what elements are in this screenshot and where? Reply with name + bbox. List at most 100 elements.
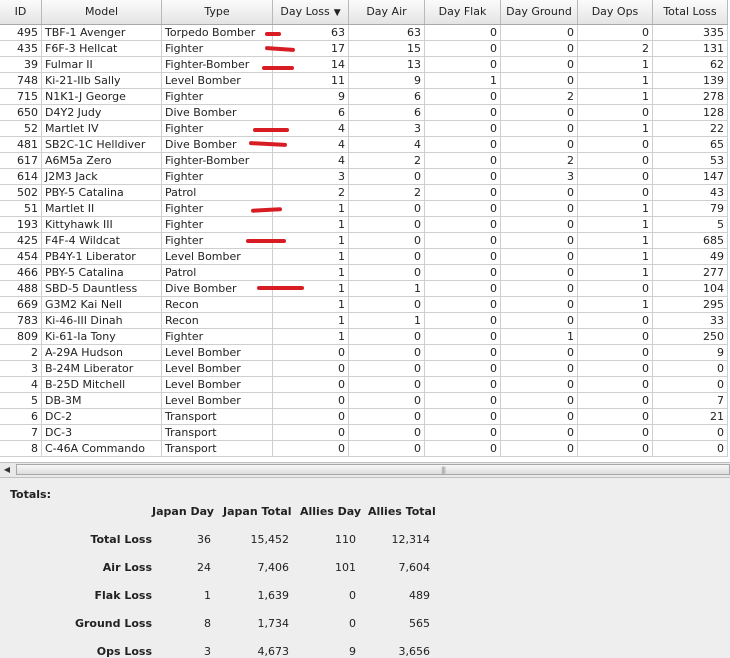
cell-id: 3 (0, 361, 42, 377)
table-header: ID Model Type Day Loss ▼ Day Air Day Flak Day G… (0, 0, 728, 25)
totals-value: 1,639 (257, 589, 290, 602)
column-header-total-loss[interactable]: Total Loss (653, 0, 728, 24)
cell-id: 617 (0, 153, 42, 169)
table-row[interactable]: 481 SB2C-1C Helldiver Dive Bomber 4 4 0 0 0 65 (0, 137, 728, 153)
cell-day-air: 0 (349, 425, 425, 441)
cell-day-air: 0 (349, 169, 425, 185)
table-row[interactable]: 809 Ki-61-Ia Tony Fighter 1 0 0 1 0 250 (0, 329, 728, 345)
cell-day-air: 2 (349, 185, 425, 201)
table-row[interactable]: 614 J2M3 Jack Fighter 3 0 0 3 0 147 (0, 169, 728, 185)
cell-day-air: 0 (349, 297, 425, 313)
cell-total-loss: 104 (653, 281, 728, 297)
table-row[interactable]: 488 SBD-5 Dauntless Dive Bomber 1 1 0 0 0 104 (0, 281, 728, 297)
table-row[interactable]: 3 B-24M Liberator Level Bomber 0 0 0 0 0 0 (0, 361, 728, 377)
cell-model: N1K1-J George (42, 89, 162, 105)
table-row[interactable]: 7 DC-3 Transport 0 0 0 0 0 0 (0, 425, 728, 441)
cell-type: Fighter-Bomber (162, 153, 273, 169)
cell-id: 466 (0, 265, 42, 281)
totals-value: 4,673 (257, 645, 290, 658)
column-header-label: Day Flak (438, 5, 487, 18)
cell-total-loss: 685 (653, 233, 728, 249)
table-row[interactable]: 2 A-29A Hudson Level Bomber 0 0 0 0 0 9 (0, 345, 728, 361)
table-row[interactable]: 650 D4Y2 Judy Dive Bomber 6 6 0 0 0 128 (0, 105, 728, 121)
totals-value: 8 (204, 617, 211, 630)
table-row[interactable]: 454 PB4Y-1 Liberator Level Bomber 1 0 0 0 1 49 (0, 249, 728, 265)
cell-day-flak: 0 (425, 393, 501, 409)
column-header-id[interactable]: ID (0, 0, 42, 24)
cell-model: Ki-46-III Dinah (42, 313, 162, 329)
cell-day-air: 63 (349, 25, 425, 41)
cell-id: 715 (0, 89, 42, 105)
table-row[interactable]: 495 TBF-1 Avenger Torpedo Bomber 63 63 0 0 0 335 (0, 25, 728, 41)
cell-day-flak: 0 (425, 25, 501, 41)
cell-day-ops: 0 (578, 185, 653, 201)
cell-day-air: 0 (349, 393, 425, 409)
column-header-model[interactable]: Model (42, 0, 162, 24)
cell-day-ops: 0 (578, 25, 653, 41)
cell-model: Martlet IV (42, 121, 162, 137)
cell-id: 39 (0, 57, 42, 73)
column-header-day-loss[interactable]: Day Loss ▼ (273, 0, 349, 24)
cell-day-loss: 1 (273, 313, 349, 329)
totals-value: 0 (349, 589, 356, 602)
table-row[interactable]: 466 PBY-5 Catalina Patrol 1 0 0 0 1 277 (0, 265, 728, 281)
horizontal-scrollbar[interactable]: ◀ ||| (0, 462, 730, 478)
cell-day-loss: 2 (273, 185, 349, 201)
cell-day-air: 6 (349, 89, 425, 105)
cell-model: F4F-4 Wildcat (42, 233, 162, 249)
cell-model: TBF-1 Avenger (42, 25, 162, 41)
cell-day-ops: 0 (578, 137, 653, 153)
table-row[interactable]: 425 F4F-4 Wildcat Fighter 1 0 0 0 1 685 (0, 233, 728, 249)
totals-header-allies-total: Allies Total (368, 505, 436, 518)
scroll-left-arrow-icon[interactable]: ◀ (0, 463, 14, 477)
cell-day-ground: 0 (501, 57, 578, 73)
table-row[interactable]: 4 B-25D Mitchell Level Bomber 0 0 0 0 0 0 (0, 377, 728, 393)
cell-total-loss: 65 (653, 137, 728, 153)
table-row[interactable]: 669 G3M2 Kai Nell Recon 1 0 0 0 1 295 (0, 297, 728, 313)
cell-model: A6M5a Zero (42, 153, 162, 169)
table-row[interactable]: 8 C-46A Commando Transport 0 0 0 0 0 0 (0, 441, 728, 457)
cell-day-loss: 4 (273, 153, 349, 169)
cell-day-loss: 0 (273, 425, 349, 441)
table-row[interactable]: 617 A6M5a Zero Fighter-Bomber 4 2 0 2 0 53 (0, 153, 728, 169)
cell-total-loss: 131 (653, 41, 728, 57)
table-row[interactable]: 5 DB-3M Level Bomber 0 0 0 0 0 7 (0, 393, 728, 409)
table-row[interactable]: 193 Kittyhawk III Fighter 1 0 0 0 1 5 (0, 217, 728, 233)
table-row[interactable]: 51 Martlet II Fighter 1 0 0 0 1 79 (0, 201, 728, 217)
cell-model: J2M3 Jack (42, 169, 162, 185)
table-row[interactable]: 502 PBY-5 Catalina Patrol 2 2 0 0 0 43 (0, 185, 728, 201)
cell-model: A-29A Hudson (42, 345, 162, 361)
cell-day-ops: 0 (578, 329, 653, 345)
cell-model: DC-3 (42, 425, 162, 441)
cell-day-loss: 0 (273, 345, 349, 361)
cell-day-ops: 1 (578, 217, 653, 233)
table-row[interactable]: 39 Fulmar II Fighter-Bomber 14 13 0 0 1 62 (0, 57, 728, 73)
cell-day-ground: 0 (501, 345, 578, 361)
table-row[interactable]: 748 Ki-21-IIb Sally Level Bomber 11 9 1 0 1 139 (0, 73, 728, 89)
column-header-day-ground[interactable]: Day Ground (501, 0, 578, 24)
cell-day-ground: 0 (501, 361, 578, 377)
cell-day-ground: 0 (501, 121, 578, 137)
totals-value: 24 (197, 561, 211, 574)
cell-day-ground: 3 (501, 169, 578, 185)
cell-total-loss: 49 (653, 249, 728, 265)
column-header-day-air[interactable]: Day Air (349, 0, 425, 24)
table-row[interactable]: 715 N1K1-J George Fighter 9 6 0 2 1 278 (0, 89, 728, 105)
cell-model: DB-3M (42, 393, 162, 409)
cell-type: Transport (162, 409, 273, 425)
table-row[interactable]: 435 F6F-3 Hellcat Fighter 17 15 0 0 2 131 (0, 41, 728, 57)
totals-value: 565 (409, 617, 430, 630)
table-row[interactable]: 783 Ki-46-III Dinah Recon 1 1 0 0 0 33 (0, 313, 728, 329)
cell-id: 435 (0, 41, 42, 57)
column-header-day-flak[interactable]: Day Flak (425, 0, 501, 24)
cell-day-ops: 1 (578, 89, 653, 105)
column-header-day-ops[interactable]: Day Ops (578, 0, 653, 24)
cell-day-ops: 1 (578, 297, 653, 313)
table-row[interactable]: 6 DC-2 Transport 0 0 0 0 0 21 (0, 409, 728, 425)
scroll-thumb[interactable]: ||| (16, 464, 730, 475)
column-header-label: Day Air (366, 5, 407, 18)
table-row[interactable]: 52 Martlet IV Fighter 4 3 0 0 1 22 (0, 121, 728, 137)
annotation-mark (262, 66, 294, 70)
column-header-type[interactable]: Type (162, 0, 273, 24)
cell-day-ground: 0 (501, 393, 578, 409)
